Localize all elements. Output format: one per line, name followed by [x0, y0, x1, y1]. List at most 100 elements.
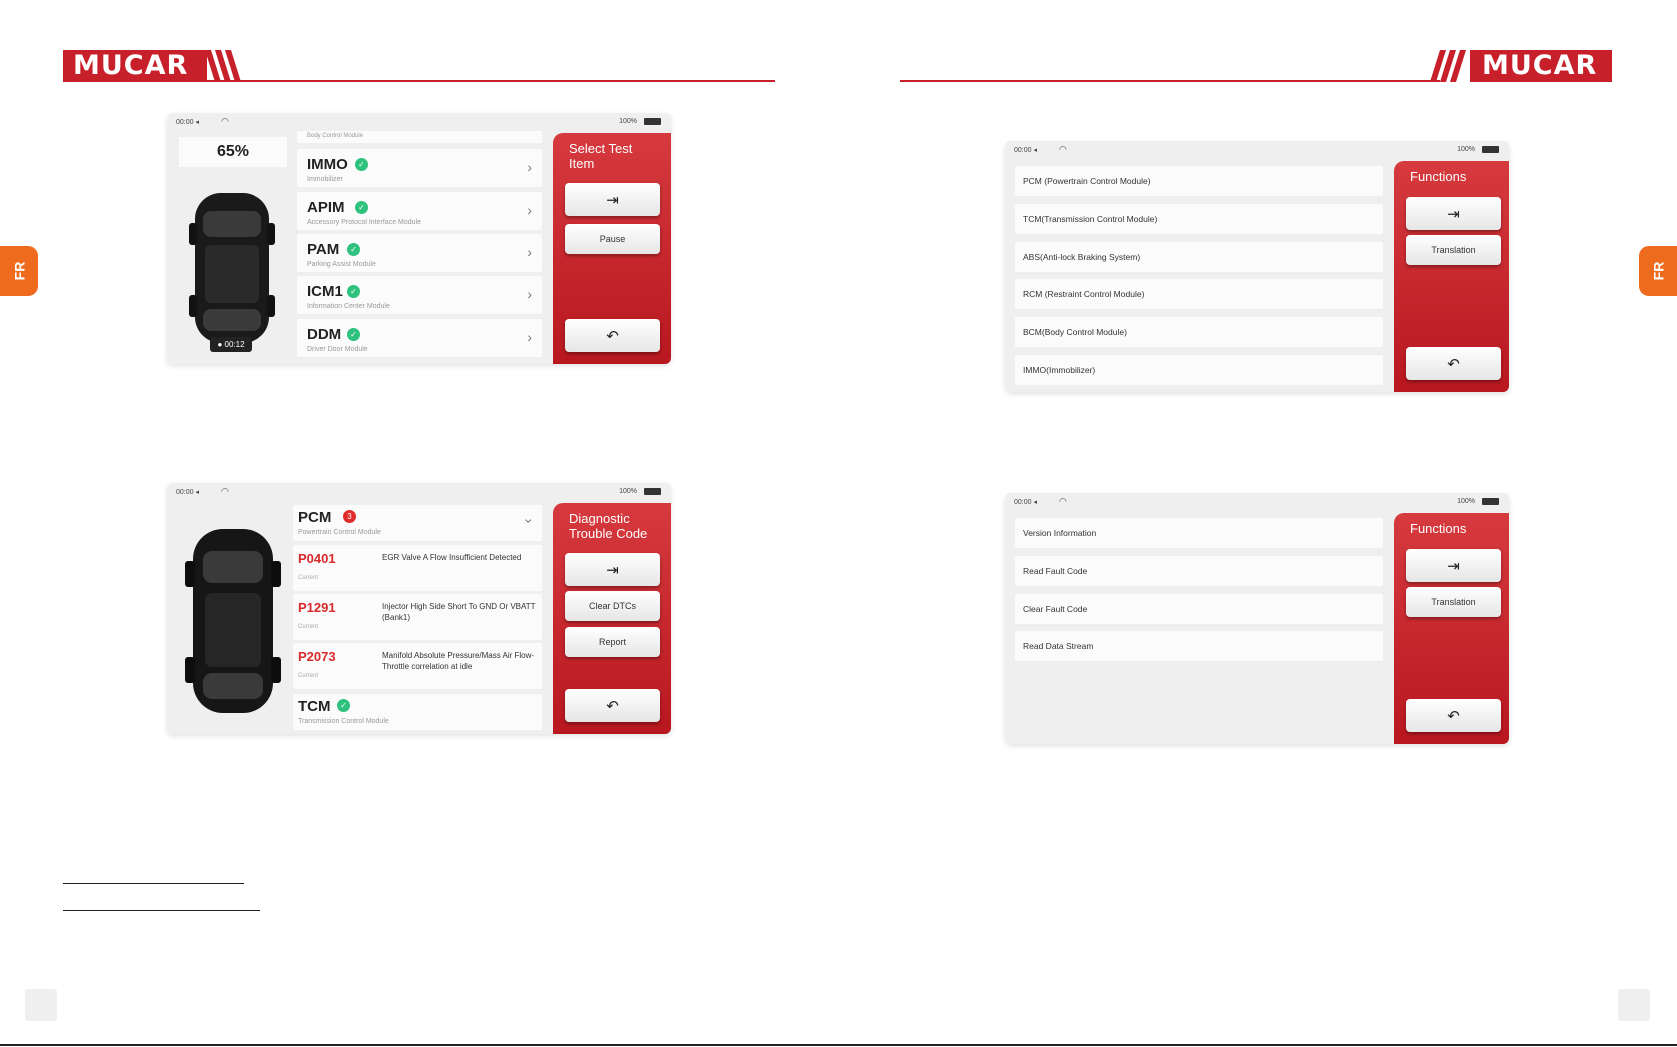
- header-rule-right: [900, 80, 1440, 82]
- translation-button[interactable]: Translation: [1406, 235, 1501, 265]
- dtc-code: P1291: [298, 600, 336, 615]
- wifi-icon: ◠: [1059, 144, 1067, 154]
- chevron-right-icon: ›: [527, 244, 532, 260]
- logo-stripes-left: [205, 50, 241, 82]
- module-name: APIM: [307, 199, 345, 216]
- exit-button[interactable]: ⇥: [565, 553, 660, 586]
- module-desc: Information Center Module: [307, 303, 390, 310]
- screen-functions: 00:00 ◂ ◠ 100% Version Information Read …: [1005, 493, 1509, 744]
- dtc-status: Current: [298, 673, 319, 679]
- clear-dtcs-button[interactable]: Clear DTCs: [565, 591, 660, 621]
- panel-title: Diagnostic Trouble Code: [569, 511, 648, 541]
- module-name: TCM: [298, 698, 331, 715]
- list-item-read-data-stream[interactable]: Read Data Stream: [1015, 631, 1383, 661]
- pause-button[interactable]: Pause: [565, 224, 660, 254]
- module-row-pam[interactable]: PAM ✓ Parking Assist Module ›: [297, 234, 542, 272]
- side-panel: Diagnostic Trouble Code ⇥ Clear DTCs Rep…: [553, 503, 671, 734]
- battery-percent: 100%: [619, 488, 637, 495]
- module-desc: Immobilizer: [307, 176, 343, 183]
- module-row-icm1[interactable]: ICM1 ✓ Information Center Module ›: [297, 276, 542, 314]
- brand-logo-left: MUCAR: [63, 50, 207, 82]
- module-desc: Parking Assist Module: [307, 261, 376, 268]
- status-bar: 00:00 ◂ ◠ 100%: [167, 113, 671, 131]
- list-item-immo[interactable]: IMMO(Immobilizer): [1015, 355, 1383, 385]
- dtc-code: P2073: [298, 649, 336, 664]
- panel-title: Select Test Item: [569, 141, 633, 171]
- module-name: PAM: [307, 241, 340, 258]
- status-time: 00:00 ◂: [176, 119, 199, 126]
- language-tab-left: FR: [0, 246, 38, 296]
- back-button[interactable]: ↶: [565, 319, 660, 352]
- dtc-row[interactable]: P1291 Current Injector High Side Short T…: [293, 594, 542, 640]
- back-button[interactable]: ↶: [565, 689, 660, 722]
- back-icon: ↶: [1447, 707, 1460, 725]
- module-desc: Driver Door Module: [307, 346, 368, 353]
- panel-title: Functions: [1410, 169, 1467, 184]
- list-item-bcm[interactable]: BCM(Body Control Module): [1015, 317, 1383, 347]
- translation-button[interactable]: Translation: [1406, 587, 1501, 617]
- bottom-rule: [0, 1044, 1677, 1046]
- car-top-view-image: [185, 529, 281, 713]
- exit-button[interactable]: ⇥: [1406, 549, 1501, 582]
- side-panel: Functions ⇥ Translation ↶: [1394, 513, 1509, 744]
- exit-button[interactable]: ⇥: [565, 183, 660, 216]
- module-desc: Accessory Protocol Interface Module: [307, 219, 421, 226]
- dtc-row[interactable]: P2073 Current Manifold Absolute Pressure…: [293, 643, 542, 689]
- module-row-pcm[interactable]: PCM 3 Powertrain Control Module ›: [293, 505, 542, 541]
- module-name: IMMO: [307, 156, 348, 173]
- dtc-description: Manifold Absolute Pressure/Mass Air Flow…: [382, 651, 535, 671]
- dtc-description: Injector High Side Short To GND Or VBATT…: [382, 602, 536, 622]
- dtc-row[interactable]: P0401 Current EGR Valve A Flow Insuffici…: [293, 545, 542, 591]
- page-number-box-left: [25, 989, 57, 1021]
- screen-system-list: 00:00 ◂ ◠ 100% PCM (Powertrain Control M…: [1005, 141, 1509, 392]
- list-item-version-info[interactable]: Version Information: [1015, 518, 1383, 548]
- timer-badge: ● 00:12: [210, 337, 252, 352]
- check-icon: ✓: [347, 285, 360, 298]
- module-row-tcm[interactable]: TCM ✓ Transmission Control Module: [293, 694, 542, 730]
- check-icon: ✓: [347, 243, 360, 256]
- clock-icon: ●: [217, 340, 223, 349]
- exit-icon: ⇥: [1447, 205, 1460, 223]
- list-item-read-fault-code[interactable]: Read Fault Code: [1015, 556, 1383, 586]
- list-item-partial[interactable]: Body Control Module: [297, 131, 542, 143]
- dtc-status: Current: [298, 624, 319, 630]
- battery-icon: [1482, 498, 1499, 505]
- chevron-right-icon: ›: [527, 202, 532, 218]
- dtc-code: P0401: [298, 551, 336, 566]
- module-row-immo[interactable]: IMMO ✓ Immobilizer ›: [297, 149, 542, 187]
- status-time: 00:00 ◂: [1014, 499, 1037, 506]
- side-panel: Select Test Item ⇥ Pause ↶: [553, 133, 671, 364]
- check-icon: ✓: [355, 158, 368, 171]
- warning-badge: 3: [343, 510, 356, 523]
- status-time: 00:00 ◂: [1014, 147, 1037, 154]
- exit-icon: ⇥: [606, 191, 619, 209]
- screen-diagnostic-trouble-code: 00:00 ◂ ◠ 100% PCM 3 Powertrain Control …: [167, 483, 671, 734]
- module-row-apim[interactable]: APIM ✓ Accessory Protocol Interface Modu…: [297, 192, 542, 230]
- chevron-right-icon: ›: [527, 329, 532, 345]
- back-button[interactable]: ↶: [1406, 347, 1501, 380]
- back-icon: ↶: [1447, 355, 1460, 373]
- check-icon: ✓: [355, 201, 368, 214]
- chevron-right-icon: ›: [527, 286, 532, 302]
- logo-stripes-right: [1430, 50, 1466, 82]
- list-item-rcm[interactable]: RCM (Restraint Control Module): [1015, 279, 1383, 309]
- status-bar: 00:00 ◂ ◠ 100%: [1005, 493, 1509, 511]
- battery-percent: 100%: [1457, 146, 1475, 153]
- battery-icon: [1482, 146, 1499, 153]
- module-row-ddm[interactable]: DDM ✓ Driver Door Module ›: [297, 319, 542, 357]
- screen-select-test-item: 00:00 ◂ ◠ 100% 65% ● 00:12 Body Control …: [167, 113, 671, 364]
- exit-button[interactable]: ⇥: [1406, 197, 1501, 230]
- car-top-view-image: [189, 193, 275, 343]
- brand-logo-right: MUCAR: [1470, 50, 1612, 82]
- battery-percent: 100%: [619, 118, 637, 125]
- back-icon: ↶: [606, 327, 619, 345]
- back-button[interactable]: ↶: [1406, 699, 1501, 732]
- module-desc: Powertrain Control Module: [298, 529, 381, 536]
- list-item-clear-fault-code[interactable]: Clear Fault Code: [1015, 594, 1383, 624]
- report-button[interactable]: Report: [565, 627, 660, 657]
- header-rule-left: [63, 80, 775, 82]
- list-item-tcm[interactable]: TCM(Transmission Control Module): [1015, 204, 1383, 234]
- list-item-abs[interactable]: ABS(Anti-lock Braking System): [1015, 242, 1383, 272]
- panel-title: Functions: [1410, 521, 1467, 536]
- list-item-pcm[interactable]: PCM (Powertrain Control Module): [1015, 166, 1383, 196]
